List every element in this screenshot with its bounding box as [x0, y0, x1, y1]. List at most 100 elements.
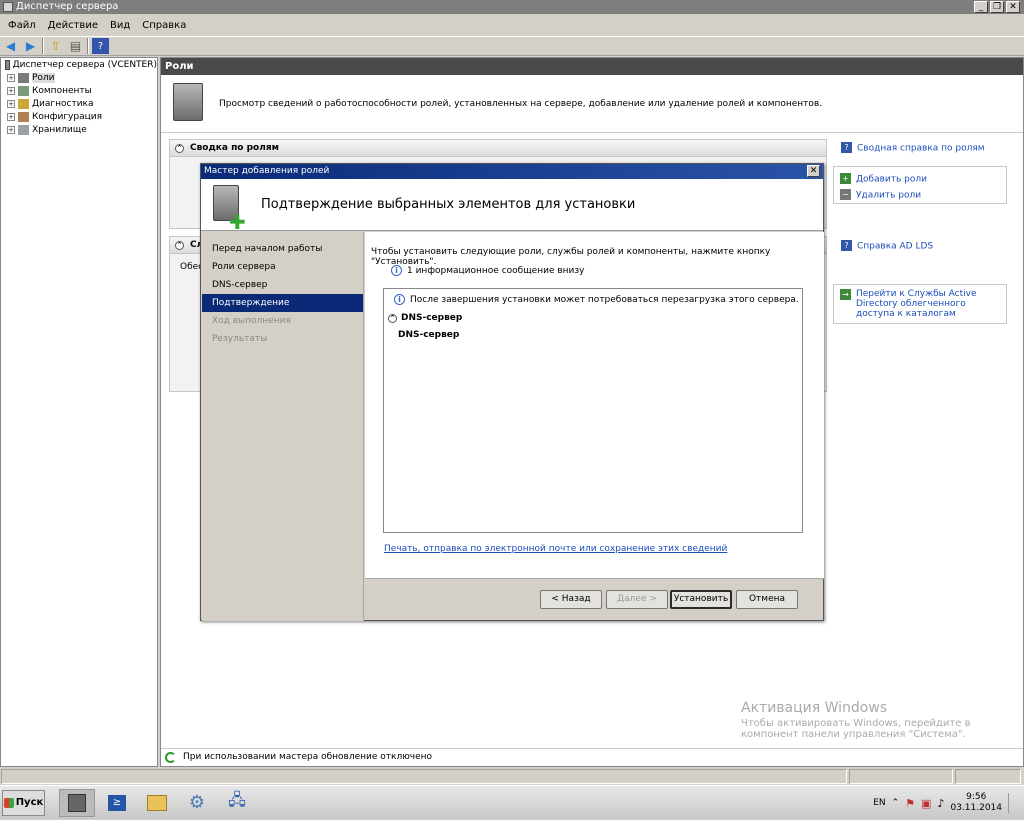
- remove-roles-link[interactable]: − Удалить роли: [840, 189, 921, 201]
- step-dns-server[interactable]: DNS-сервер: [202, 276, 363, 294]
- tree-item-label: Конфигурация: [32, 111, 102, 122]
- section-title: Сводка по ролям: [190, 143, 279, 153]
- step-progress: Ход выполнения: [212, 316, 291, 326]
- dns-group-header[interactable]: ⌃ DNS-сервер: [388, 313, 462, 323]
- back-button[interactable]: < Назад: [540, 590, 602, 609]
- expand-icon[interactable]: +: [7, 125, 15, 134]
- navigation-tree: Диспетчер сервера (VCENTER) + Роли + Ком…: [0, 57, 158, 767]
- volume-icon[interactable]: ♪: [937, 797, 944, 810]
- help-icon[interactable]: ?: [92, 38, 109, 54]
- page-title: Роли: [161, 58, 1023, 75]
- taskbar: Пуск ≥ ⚙ 🖧 EN ⌃ ⚑ ▣ ♪ 9:56 03.11.2014: [0, 785, 1024, 819]
- watermark-line: компонент панели управления "Система".: [741, 729, 966, 740]
- network-icon: 🖧: [228, 790, 246, 809]
- tree-item-roles[interactable]: + Роли: [1, 71, 157, 84]
- configuration-icon: [18, 111, 29, 122]
- section-header[interactable]: ⌃ Сводка по ролям: [170, 140, 826, 157]
- status-bar: [0, 768, 1024, 785]
- dialog-title: Мастер добавления ролей: [204, 166, 330, 176]
- taskbar-settings[interactable]: ⚙: [179, 789, 215, 817]
- ad-lds-help-link[interactable]: ? Справка AD LDS: [841, 240, 933, 252]
- storage-icon: [18, 124, 29, 135]
- collapse-icon[interactable]: ⌃: [175, 144, 184, 153]
- tree-item-label: Хранилище: [32, 124, 87, 135]
- action-center-icon[interactable]: ⚑: [905, 797, 915, 810]
- menu-help[interactable]: Справка: [136, 20, 192, 31]
- status-line: При использовании мастера обновление отк…: [161, 748, 1023, 766]
- start-label: Пуск: [15, 797, 44, 808]
- refresh-icon: [165, 752, 176, 763]
- tray-expand-icon[interactable]: ⌃: [892, 798, 900, 808]
- activation-watermark: Активация Windows Чтобы активировать Win…: [741, 700, 970, 740]
- step-server-roles[interactable]: Роли сервера: [202, 258, 363, 276]
- expand-icon[interactable]: +: [7, 73, 15, 82]
- powershell-icon: ≥: [108, 794, 126, 811]
- expand-icon[interactable]: +: [7, 112, 15, 121]
- collapse-icon[interactable]: ⌃: [388, 314, 397, 323]
- dialog-close-button[interactable]: ✕: [807, 165, 820, 177]
- step-confirmation[interactable]: Подтверждение: [202, 294, 363, 312]
- confirmation-list[interactable]: i После завершения установки может потреб…: [383, 288, 803, 533]
- tree-root[interactable]: Диспетчер сервера (VCENTER): [1, 58, 157, 71]
- add-roles-link[interactable]: + Добавить роли: [840, 173, 927, 185]
- taskbar-powershell[interactable]: ≥: [99, 789, 135, 817]
- button-row: < Назад Далее > Установить Отмена: [365, 578, 824, 621]
- server-icon: [173, 83, 203, 121]
- dns-group-item: DNS-сервер: [398, 330, 460, 340]
- tree-item-configuration[interactable]: + Конфигурация: [1, 110, 157, 123]
- windows-logo-icon: [3, 797, 14, 808]
- menu-action[interactable]: Действие: [42, 20, 104, 31]
- toolbar: ◀ ▶ ⇧ ▤ ?: [0, 36, 1024, 56]
- watermark-line: Чтобы активировать Windows, перейдите в: [741, 718, 971, 729]
- start-button[interactable]: Пуск: [2, 789, 45, 816]
- menu-file[interactable]: Файл: [2, 20, 42, 31]
- server-manager-icon: [3, 2, 13, 12]
- roles-description: Просмотр сведений о работоспособности ро…: [161, 75, 1023, 133]
- next-button: Далее >: [606, 590, 668, 609]
- up-folder-icon[interactable]: ⇧: [47, 38, 64, 54]
- summary-help-link[interactable]: ? Сводная справка по ролям: [841, 142, 985, 154]
- taskbar-network[interactable]: 🖧: [219, 789, 255, 817]
- collapse-icon[interactable]: ⌃: [175, 241, 184, 250]
- dialog-heading: Подтверждение выбранных элементов для ус…: [261, 197, 636, 212]
- remove-roles-icon: −: [840, 189, 851, 200]
- help-icon: ?: [841, 240, 852, 251]
- tree-item-features[interactable]: + Компоненты: [1, 84, 157, 97]
- toolbar-separator: [42, 38, 44, 54]
- tree-item-storage[interactable]: + Хранилище: [1, 123, 157, 136]
- tree-item-label: Диагностика: [32, 98, 94, 109]
- install-button[interactable]: Установить: [670, 590, 732, 609]
- window-controls: _ ❐ ✕: [974, 1, 1020, 13]
- language-indicator[interactable]: EN: [873, 798, 885, 808]
- step-before-you-begin[interactable]: Перед началом работы: [202, 240, 363, 258]
- close-button[interactable]: ✕: [1006, 1, 1020, 13]
- show-desktop-icon[interactable]: [1008, 793, 1018, 813]
- taskbar-server-manager[interactable]: [59, 788, 95, 817]
- features-icon: [18, 85, 29, 96]
- show-hide-tree-icon[interactable]: ▤: [67, 38, 84, 54]
- cancel-button[interactable]: Отмена: [736, 590, 798, 609]
- info-icon: i: [391, 265, 402, 276]
- goto-icon: →: [840, 289, 851, 300]
- gear-icon: ⚙: [188, 792, 206, 813]
- tree-item-diagnostics[interactable]: + Диагностика: [1, 97, 157, 110]
- back-arrow-icon[interactable]: ◀: [2, 38, 19, 54]
- server-manager-icon: [68, 793, 86, 812]
- minimize-button[interactable]: _: [974, 1, 988, 13]
- status-cell: [955, 769, 1021, 784]
- taskbar-explorer[interactable]: [139, 789, 175, 817]
- print-link[interactable]: Печать, отправка по электронной почте ил…: [384, 544, 727, 554]
- restore-button[interactable]: ❐: [990, 1, 1004, 13]
- menu-view[interactable]: Вид: [104, 20, 136, 31]
- goto-ad-lds-link[interactable]: → Перейти к Службы Active Directory обле…: [840, 289, 1004, 319]
- forward-arrow-icon[interactable]: ▶: [22, 38, 39, 54]
- window-title: Диспетчер сервера: [16, 1, 119, 12]
- add-roles-icon: +: [840, 173, 851, 184]
- clock[interactable]: 9:56 03.11.2014: [950, 792, 1002, 814]
- network-tray-icon[interactable]: ▣: [921, 797, 931, 810]
- expand-icon[interactable]: +: [7, 99, 15, 108]
- info-icon: i: [394, 294, 405, 305]
- clock-date: 03.11.2014: [950, 803, 1002, 813]
- status-cell: [1, 769, 847, 784]
- expand-icon[interactable]: +: [7, 86, 15, 95]
